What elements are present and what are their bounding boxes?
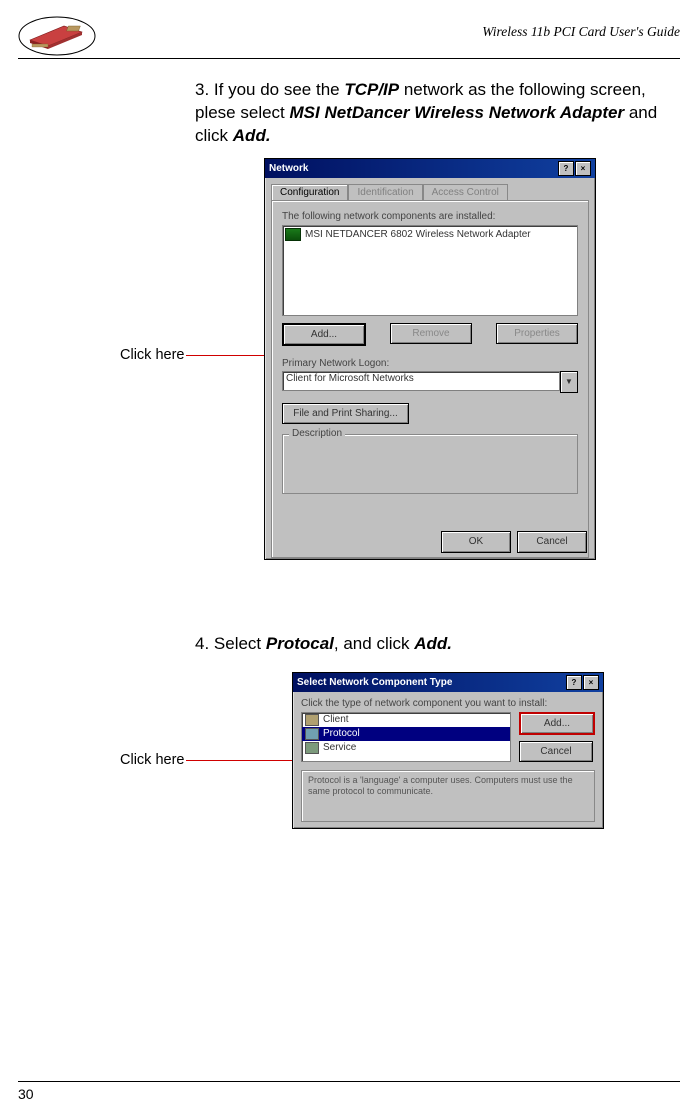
tab-access-control[interactable]: Access Control: [423, 184, 508, 200]
step3-add: Add.: [233, 126, 271, 145]
service-label: Service: [323, 742, 356, 753]
close-button[interactable]: ×: [575, 161, 591, 176]
network-title: Network: [269, 163, 308, 174]
header-title: Wireless 11b PCI Card User's Guide: [482, 24, 680, 40]
titlebar-controls: ? ×: [566, 675, 599, 690]
step3-text: 3. If you do see the TCP/IP network as t…: [195, 79, 680, 148]
primary-logon-combo[interactable]: Client for Microsoft Networks ▼: [282, 371, 578, 393]
component-body: Client Protocol Service Add... Cancel: [293, 712, 603, 762]
description-label: Description: [289, 428, 345, 439]
service-icon: [305, 742, 319, 754]
component-description: Protocol is a 'language' a computer uses…: [301, 770, 595, 822]
click-here-label-1: Click here: [120, 347, 184, 363]
client-label: Client: [323, 714, 349, 725]
click-here-label-2: Click here: [120, 752, 184, 768]
component-add-button[interactable]: Add...: [519, 712, 595, 735]
ok-cancel-row: OK Cancel: [441, 531, 587, 553]
tab-configuration[interactable]: Configuration: [271, 184, 348, 200]
client-icon: [305, 714, 319, 726]
button-row: Add... Remove Properties: [282, 323, 578, 346]
network-dialog: Network ? × Configuration Identification…: [264, 158, 596, 560]
component-buttons: Add... Cancel: [519, 712, 595, 762]
step4-add: Add.: [414, 634, 452, 653]
component-cancel-button[interactable]: Cancel: [519, 741, 593, 762]
close-button[interactable]: ×: [583, 675, 599, 690]
add-button[interactable]: Add...: [282, 323, 366, 346]
step3-adapter: MSI NetDancer Wireless Network Adapter: [290, 103, 625, 122]
protocol-icon: [305, 728, 319, 740]
step4-prefix: 4. Select: [195, 634, 266, 653]
remove-button[interactable]: Remove: [390, 323, 472, 344]
chevron-down-icon[interactable]: ▼: [560, 371, 578, 393]
primary-logon-value: Client for Microsoft Networks: [282, 371, 560, 391]
adapter-icon: [285, 228, 301, 241]
properties-button[interactable]: Properties: [496, 323, 578, 344]
step4-protocol: Protocal: [266, 634, 334, 653]
component-titlebar: Select Network Component Type ? ×: [293, 673, 603, 692]
step4-text: 4. Select Protocal, and click Add.: [195, 633, 680, 656]
installed-label: The following network components are ins…: [282, 211, 578, 222]
list-item-label: MSI NETDANCER 6802 Wireless Network Adap…: [305, 229, 531, 240]
file-print-sharing-button[interactable]: File and Print Sharing...: [282, 403, 409, 424]
help-button[interactable]: ?: [558, 161, 574, 176]
component-title: Select Network Component Type: [297, 677, 452, 688]
list-item[interactable]: MSI NETDANCER 6802 Wireless Network Adap…: [285, 228, 575, 241]
file-print-row: File and Print Sharing...: [282, 403, 578, 424]
pci-card-icon: [18, 16, 96, 56]
list-item-protocol[interactable]: Protocol: [302, 727, 510, 741]
component-dialog: Select Network Component Type ? × Click …: [292, 672, 604, 829]
titlebar-controls: ? ×: [558, 161, 591, 176]
primary-logon-label: Primary Network Logon:: [282, 358, 578, 369]
components-listbox[interactable]: MSI NETDANCER 6802 Wireless Network Adap…: [282, 225, 578, 316]
step3-tcpip: TCP/IP: [344, 80, 399, 99]
protocol-label: Protocol: [323, 728, 360, 739]
tabs: Configuration Identification Access Cont…: [271, 184, 589, 200]
cancel-button[interactable]: Cancel: [517, 531, 587, 553]
ok-button[interactable]: OK: [441, 531, 511, 553]
network-titlebar: Network ? ×: [265, 159, 595, 178]
component-prompt: Click the type of network component you …: [301, 698, 595, 709]
help-button[interactable]: ?: [566, 675, 582, 690]
network-dialog-region: Click here Network ? × Configuration Ide…: [0, 158, 698, 588]
step3-prefix: 3. If you do see the: [195, 80, 344, 99]
component-list[interactable]: Client Protocol Service: [301, 712, 511, 762]
component-dialog-region: Click here Select Network Component Type…: [0, 672, 698, 852]
page-header: Wireless 11b PCI Card User's Guide: [18, 18, 680, 59]
description-group: Description: [282, 434, 578, 494]
step4-mid: , and click: [334, 634, 414, 653]
page-number: 30: [18, 1081, 680, 1102]
tab-identification[interactable]: Identification: [348, 184, 422, 200]
list-item-client[interactable]: Client: [302, 713, 510, 727]
tab-panel: The following network components are ins…: [271, 200, 589, 558]
list-item-service[interactable]: Service: [302, 741, 510, 755]
